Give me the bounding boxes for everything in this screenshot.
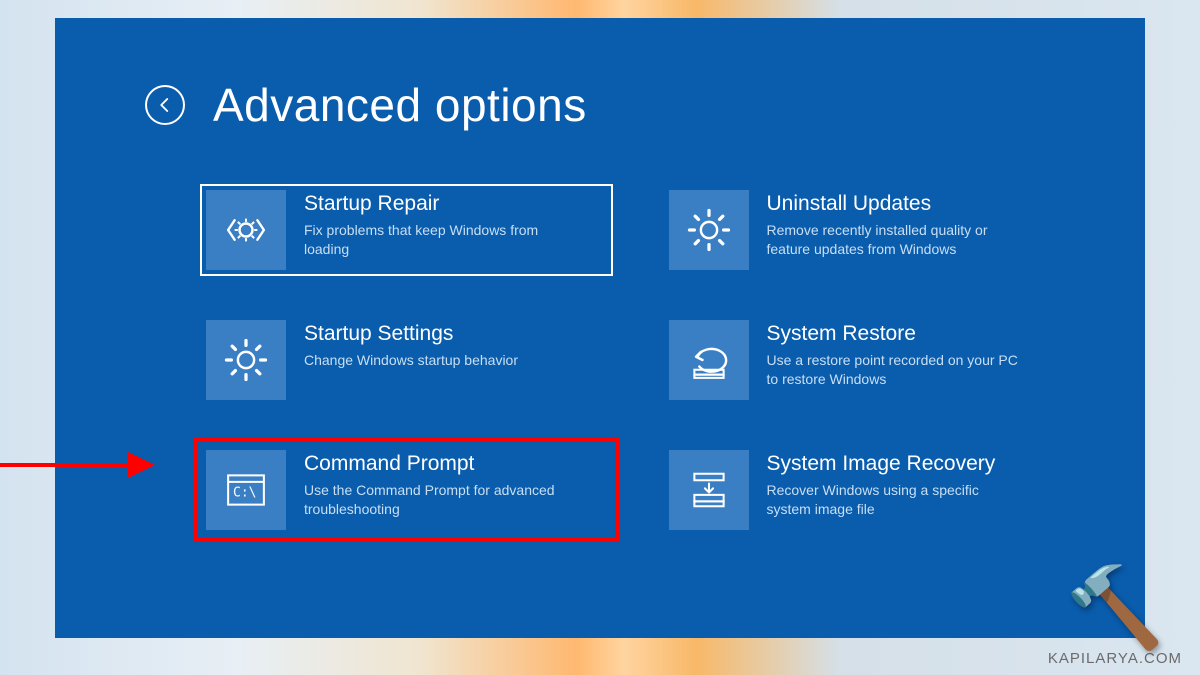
option-text: Startup Settings Change Windows startup …	[304, 320, 518, 370]
option-system-restore[interactable]: System Restore Use a restore point recor…	[663, 314, 1076, 406]
option-startup-repair[interactable]: Startup Repair Fix problems that keep Wi…	[200, 184, 613, 276]
option-title: System Restore	[767, 322, 1027, 346]
option-text: Startup Repair Fix problems that keep Wi…	[304, 190, 564, 259]
arrow-annotation-icon	[0, 440, 160, 490]
option-title: Startup Repair	[304, 192, 564, 216]
option-uninstall-updates[interactable]: Uninstall Updates Remove recently instal…	[663, 184, 1076, 276]
back-arrow-icon	[156, 96, 174, 114]
option-text: Uninstall Updates Remove recently instal…	[767, 190, 1027, 259]
page-title: Advanced options	[213, 78, 587, 132]
option-system-image-recovery[interactable]: System Image Recovery Recover Windows us…	[663, 444, 1076, 536]
startup-repair-icon	[206, 190, 286, 270]
option-text: Command Prompt Use the Command Prompt fo…	[304, 450, 564, 519]
option-title: System Image Recovery	[767, 452, 1027, 476]
back-button[interactable]	[145, 85, 185, 125]
option-desc: Change Windows startup behavior	[304, 351, 518, 370]
svg-text:C:\: C:\	[233, 486, 256, 501]
command-prompt-icon: C:\	[206, 450, 286, 530]
option-desc: Use the Command Prompt for advanced trou…	[304, 481, 564, 519]
watermark-text: KAPILARYA.COM	[1048, 650, 1182, 667]
option-startup-settings[interactable]: Startup Settings Change Windows startup …	[200, 314, 613, 406]
header-row: Advanced options	[145, 78, 1075, 132]
advanced-options-panel: Advanced options Startup Repair Fix prob…	[55, 18, 1145, 638]
option-text: System Restore Use a restore point recor…	[767, 320, 1027, 389]
options-grid: Startup Repair Fix problems that keep Wi…	[145, 184, 1075, 536]
option-desc: Remove recently installed quality or fea…	[767, 221, 1027, 259]
watermark: 🔨 KAPILARYA.COM	[1048, 568, 1182, 667]
hammer-icon: 🔨	[1065, 568, 1165, 648]
image-recovery-icon	[669, 450, 749, 530]
option-title: Uninstall Updates	[767, 192, 1027, 216]
option-title: Command Prompt	[304, 452, 564, 476]
restore-icon	[669, 320, 749, 400]
option-title: Startup Settings	[304, 322, 518, 346]
gear-icon	[669, 190, 749, 270]
option-desc: Use a restore point recorded on your PC …	[767, 351, 1027, 389]
option-command-prompt[interactable]: C:\ Command Prompt Use the Command Promp…	[200, 444, 613, 536]
option-desc: Recover Windows using a specific system …	[767, 481, 1027, 519]
gear-icon	[206, 320, 286, 400]
option-desc: Fix problems that keep Windows from load…	[304, 221, 564, 259]
option-text: System Image Recovery Recover Windows us…	[767, 450, 1027, 519]
